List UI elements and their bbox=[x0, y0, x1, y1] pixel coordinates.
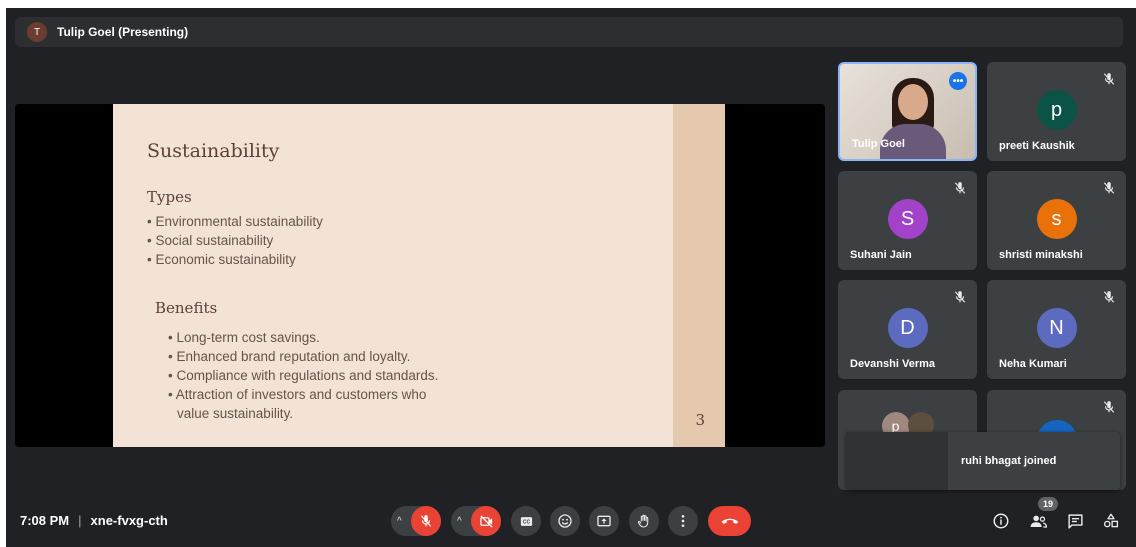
slide-page-number: 3 bbox=[695, 411, 705, 429]
list-item: Social sustainability bbox=[147, 231, 323, 250]
window-edge-top bbox=[0, 0, 1136, 8]
video-person-face bbox=[898, 84, 928, 120]
chat-button[interactable] bbox=[1065, 511, 1085, 531]
types-list: Environmental sustainability Social sust… bbox=[147, 212, 323, 269]
participant-tile-suhani[interactable]: S Suhani Jain bbox=[838, 171, 977, 270]
separator: | bbox=[78, 513, 82, 528]
chat-icon bbox=[1067, 513, 1083, 529]
more-options-icon[interactable]: ••• bbox=[949, 72, 967, 90]
camera-off-button[interactable] bbox=[471, 506, 501, 536]
meeting-info: 7:08 PM | xne-fvxg-cth bbox=[20, 513, 168, 528]
presentation-slide: Sustainability Types Environmental susta… bbox=[113, 104, 725, 447]
present-screen-button[interactable] bbox=[589, 506, 619, 536]
participant-tile-preeti[interactable]: p preeti Kaushik bbox=[987, 62, 1126, 161]
camera-control-group[interactable]: ^ bbox=[451, 506, 501, 536]
mic-off-icon bbox=[1103, 401, 1115, 413]
hang-up-icon bbox=[721, 518, 738, 524]
join-notification: ruhi bhagat joined bbox=[846, 432, 1120, 490]
participant-name: Devanshi Verma bbox=[850, 358, 935, 370]
participant-name: preeti Kaushik bbox=[999, 140, 1075, 152]
participant-tile-shristi[interactable]: s shristi minakshi bbox=[987, 171, 1126, 270]
presenter-label: Tulip Goel (Presenting) bbox=[57, 25, 189, 39]
participant-avatar: p bbox=[1036, 90, 1077, 130]
svg-text:CC: CC bbox=[522, 519, 530, 525]
participant-tile-tulip[interactable]: ••• Tulip Goel bbox=[838, 62, 977, 161]
emoji-icon bbox=[558, 514, 572, 528]
notification-text: ruhi bhagat joined bbox=[961, 455, 1057, 467]
mic-off-icon bbox=[420, 515, 432, 527]
list-item: Attraction of investors and customers wh… bbox=[168, 385, 438, 404]
mic-off-icon bbox=[954, 291, 966, 303]
list-item: Enhanced brand reputation and loyalty. bbox=[168, 347, 438, 366]
notification-thumbnail bbox=[846, 432, 948, 490]
participant-count-badge: 19 bbox=[1038, 497, 1058, 511]
participant-avatar: D bbox=[887, 308, 928, 348]
meeting-details-button[interactable] bbox=[991, 511, 1011, 531]
reactions-button[interactable] bbox=[550, 506, 580, 536]
captions-button[interactable]: CC bbox=[511, 506, 541, 536]
participant-avatar: S bbox=[887, 199, 928, 239]
more-options-button[interactable] bbox=[668, 506, 698, 536]
closed-captions-icon: CC bbox=[520, 516, 532, 526]
participant-name: Neha Kumari bbox=[999, 358, 1067, 370]
chevron-up-icon[interactable]: ^ bbox=[457, 516, 462, 527]
hand-icon bbox=[637, 514, 649, 528]
mic-control-group[interactable]: ^ bbox=[391, 506, 441, 536]
slide-section-benefits: Benefits bbox=[155, 299, 218, 317]
leave-call-button[interactable] bbox=[708, 506, 751, 536]
activities-button[interactable] bbox=[1101, 511, 1121, 531]
slide-title: Sustainability bbox=[147, 140, 280, 162]
slide-section-types: Types bbox=[147, 188, 192, 206]
presenter-bar: T Tulip Goel (Presenting) bbox=[15, 17, 1123, 47]
list-item: Compliance with regulations and standard… bbox=[168, 366, 438, 385]
participant-avatar: s bbox=[1036, 199, 1077, 239]
slide-accent-stripe bbox=[673, 104, 725, 447]
info-icon bbox=[993, 513, 1009, 529]
presenter-avatar: T bbox=[27, 22, 47, 42]
list-item-continued: value sustainability. bbox=[177, 406, 294, 421]
chevron-up-icon[interactable]: ^ bbox=[397, 516, 402, 527]
list-item: Environmental sustainability bbox=[147, 212, 322, 231]
activities-icon bbox=[1103, 513, 1119, 528]
more-vertical-icon bbox=[681, 515, 685, 527]
mic-off-icon bbox=[1103, 291, 1115, 303]
raise-hand-button[interactable] bbox=[629, 506, 659, 536]
participant-tile-neha[interactable]: N Neha Kumari bbox=[987, 280, 1126, 379]
screen-share-area: Sustainability Types Environmental susta… bbox=[15, 104, 825, 447]
meeting-time: 7:08 PM bbox=[20, 513, 70, 528]
present-icon bbox=[597, 515, 611, 527]
meeting-code[interactable]: xne-fvxg-cth bbox=[91, 513, 168, 528]
window-edge-left bbox=[0, 0, 6, 547]
people-icon bbox=[1030, 515, 1047, 528]
mic-off-icon bbox=[1103, 73, 1115, 85]
camera-off-icon bbox=[479, 514, 493, 528]
mic-off-button[interactable] bbox=[411, 506, 441, 536]
participant-name: Suhani Jain bbox=[850, 249, 912, 261]
mic-off-icon bbox=[1103, 182, 1115, 194]
participant-avatar: N bbox=[1036, 308, 1077, 348]
list-item: Economic sustainability bbox=[147, 250, 323, 269]
participant-tile-devanshi[interactable]: D Devanshi Verma bbox=[838, 280, 977, 379]
people-button[interactable] bbox=[1028, 511, 1048, 531]
participant-name: Tulip Goel bbox=[852, 138, 905, 150]
mic-off-icon bbox=[954, 182, 966, 194]
benefits-list: Long-term cost savings. Enhanced brand r… bbox=[168, 328, 439, 423]
list-item: Long-term cost savings. bbox=[168, 328, 438, 347]
participant-name: shristi minakshi bbox=[999, 249, 1083, 261]
